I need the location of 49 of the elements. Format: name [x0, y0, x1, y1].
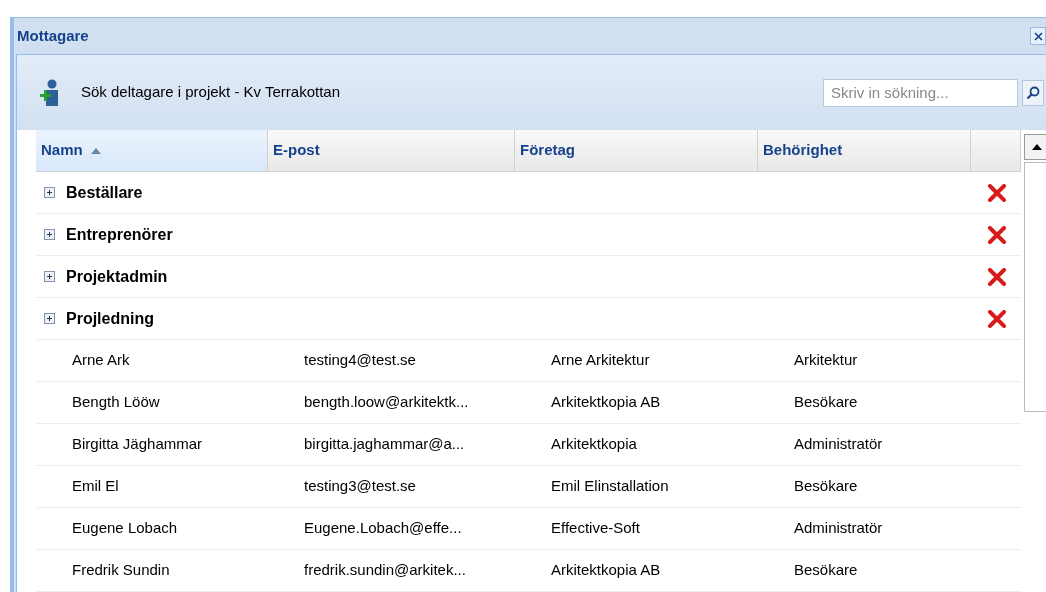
group-name: Projledning	[66, 308, 154, 329]
table-cell-text: Emil Elinstallation	[550, 476, 670, 497]
group-name: Entreprenörer	[66, 224, 173, 245]
delete-icon[interactable]	[987, 225, 1007, 244]
expand-icon[interactable]	[44, 187, 55, 198]
table-cell-text: Besökare	[793, 476, 859, 497]
table-cell-text: birgitta.jaghammar@a...	[303, 434, 466, 455]
search-field[interactable]: Skriv in sökning...	[823, 78, 1018, 107]
table-cell-text: Arkitektur	[793, 350, 859, 371]
table-cell-text: Birgitta Jäghammar	[71, 434, 204, 455]
add-user-icon[interactable]	[37, 78, 61, 107]
delete-icon[interactable]	[987, 267, 1007, 286]
column-header[interactable]: Namn	[36, 130, 268, 171]
table-cell-text: testing4@test.se	[303, 350, 417, 371]
table-cell-text: fredrik.sundin@arkitek...	[303, 560, 467, 581]
table-cell-text: Bength Lööw	[71, 392, 161, 413]
search-button[interactable]	[1022, 79, 1044, 106]
column-header[interactable]: E-post	[268, 130, 515, 171]
toolbar-label: Sök deltagare i projekt - Kv Terrakottan	[81, 82, 341, 103]
table-cell-text: Administratör	[793, 434, 884, 455]
table-cell-text: Eugene Lobach	[71, 518, 179, 539]
table-cell-text: Besökare	[793, 392, 859, 413]
table-cell-text: Arkitektkopia	[550, 434, 638, 455]
expand-icon[interactable]	[44, 313, 55, 324]
delete-icon[interactable]	[987, 309, 1007, 328]
table-cell-text: Arkitektkopia AB	[550, 560, 662, 581]
table-cell-text: Emil El	[71, 476, 120, 497]
window-title: Mottagare	[17, 25, 89, 46]
close-button[interactable]	[1030, 27, 1046, 45]
table-cell-text: testing3@test.se	[303, 476, 417, 497]
table-cell-text: Besökare	[793, 560, 859, 581]
group-name: Beställare	[66, 182, 143, 203]
table-cell-text: Eugene.Lobach@effe...	[303, 518, 463, 539]
table-cell-text: Effective-Soft	[550, 518, 641, 539]
close-icon	[1033, 31, 1043, 41]
search-icon	[1026, 85, 1040, 100]
table-cell-text: bength.loow@arkitektk...	[303, 392, 470, 413]
table-cell-text: Administratör	[793, 518, 884, 539]
column-header[interactable]: Behörighet	[758, 130, 971, 171]
scroll-up-icon[interactable]	[1032, 144, 1042, 150]
table-cell-text: Fredrik Sundin	[71, 560, 171, 581]
table-cell-text: Arne Arkitektur	[550, 350, 651, 371]
delete-icon[interactable]	[987, 183, 1007, 202]
group-name: Projektadmin	[66, 266, 168, 287]
table-cell-text: Arkitektkopia AB	[550, 392, 662, 413]
table-cell-text: Arne Ark	[71, 350, 131, 371]
expand-icon[interactable]	[44, 229, 55, 240]
expand-icon[interactable]	[44, 271, 55, 282]
column-header[interactable]: Företag	[515, 130, 758, 171]
